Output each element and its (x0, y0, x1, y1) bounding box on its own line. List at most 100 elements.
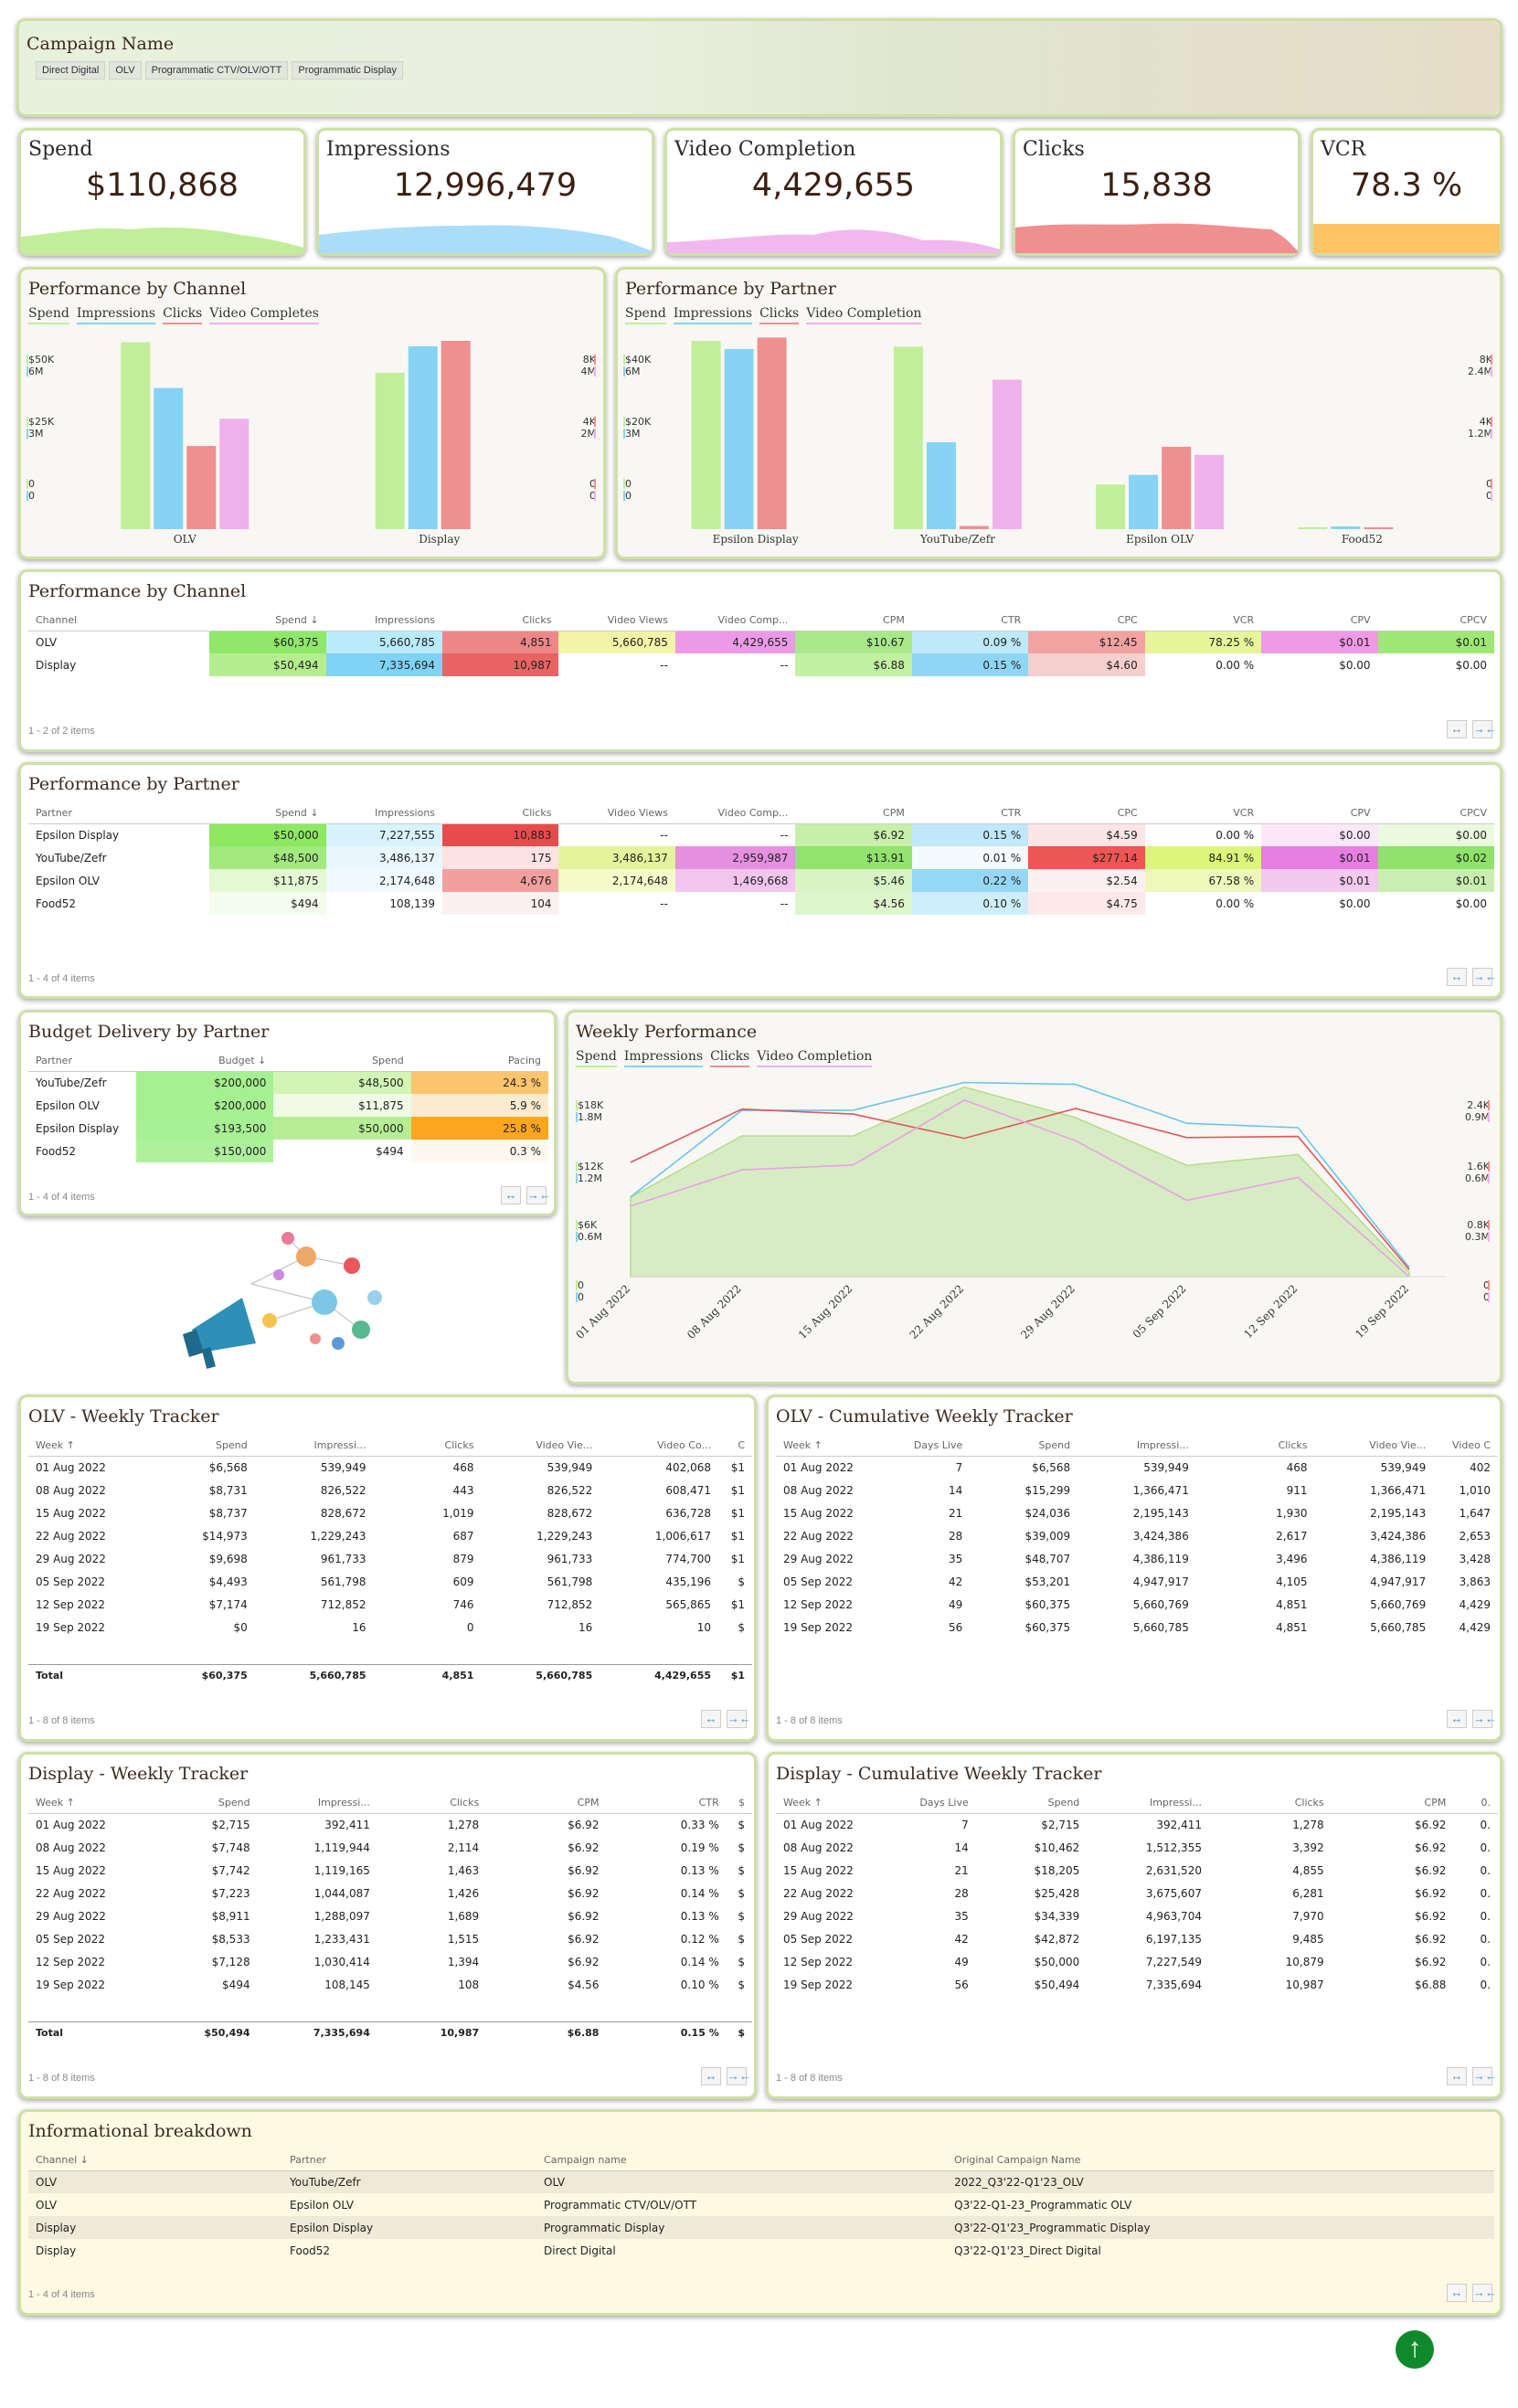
expand-icon[interactable]: ↔ (701, 2067, 721, 2085)
table-row[interactable]: 08 Aug 2022 $7,748 1,119,944 2,114 $6.92 0.19… (28, 1836, 752, 1859)
column-header[interactable]: Spend (146, 1436, 255, 1457)
column-header[interactable]: Days Live (886, 1793, 976, 1814)
table-row[interactable]: Display Epsilon Display Programmatic Displ… (28, 2216, 1494, 2239)
column-header[interactable]: Clicks (442, 610, 559, 631)
column-header[interactable]: Clicks (1195, 1436, 1315, 1457)
column-header[interactable]: Clicks (442, 803, 559, 824)
column-header[interactable]: Clicks (377, 1793, 487, 1814)
table-row[interactable]: 01 Aug 2022 7 $2,715 392,411 1,278 $6.92 0. (776, 1813, 1498, 1836)
table-row[interactable]: 19 Sep 2022 $0 16 0 16 10 $ (28, 1616, 752, 1639)
table-row[interactable]: Food52 $494 108,139 104 -- -- $4.56 0.10 % $4.75… (28, 892, 1494, 915)
campaign-tag[interactable]: Programmatic CTV/OLV/OTT (144, 61, 289, 80)
table-row[interactable]: OLV Epsilon OLV Programmatic CTV/OLV/OTT Q3… (28, 2193, 1494, 2216)
legend-impressions[interactable]: Impressions (673, 306, 753, 324)
column-header[interactable]: Week ↑ (28, 1436, 147, 1457)
column-header[interactable]: CPV (1261, 803, 1378, 824)
campaign-tag[interactable]: Direct Digital (36, 61, 106, 80)
column-header[interactable]: Channel (28, 610, 210, 631)
table-row[interactable]: 08 Aug 2022 14 $15,299 1,366,471 911 1,366,47… (776, 1479, 1498, 1501)
column-header[interactable]: Spend (970, 1436, 1078, 1457)
column-header[interactable]: Video Co... (600, 1436, 718, 1457)
expand-icon[interactable]: ↔ (1447, 1710, 1467, 1728)
table-row[interactable]: 05 Sep 2022 $4,493 561,798 609 561,798 435,19… (28, 1570, 752, 1593)
table-row[interactable]: 19 Sep 2022 56 $50,494 7,335,694 10,987 $6.88… (776, 1973, 1498, 1996)
column-header[interactable]: VCR (1144, 803, 1262, 824)
table-row[interactable]: 12 Sep 2022 $7,128 1,030,414 1,394 $6.92 0.14… (28, 1950, 752, 1973)
column-header[interactable]: Video Views (558, 610, 675, 631)
table-row[interactable]: OLV YouTube/Zefr OLV 2022_Q3'22-Q1'23_OLV (28, 2170, 1494, 2193)
column-header[interactable]: Partner (28, 1051, 137, 1072)
legend-spend[interactable]: Spend (28, 306, 69, 324)
legend-clicks[interactable]: Clicks (759, 306, 800, 324)
legend-video-completes[interactable]: Video Completes (209, 306, 319, 324)
column-header[interactable]: Original Campaign Name (947, 2150, 1494, 2171)
column-header[interactable]: CPM (795, 803, 912, 824)
table-row[interactable]: 15 Aug 2022 21 $24,036 2,195,143 1,930 2,195,… (776, 1501, 1498, 1524)
table-row[interactable]: Food52 $150,000 $494 0.3 % (28, 1140, 548, 1162)
legend-clicks[interactable]: Clicks (163, 306, 203, 324)
scroll-to-top-button[interactable]: ↑ (1396, 2330, 1434, 2369)
legend-impressions[interactable]: Impressions (623, 1049, 704, 1067)
collapse-icon[interactable]: →← (727, 1710, 751, 1728)
column-header[interactable]: Video Vie... (481, 1436, 600, 1457)
table-row[interactable]: 22 Aug 2022 28 $39,009 3,424,386 2,617 3,424,… (776, 1524, 1498, 1547)
column-header[interactable]: CPCV (1377, 803, 1494, 824)
table-row[interactable]: Epsilon Display $50,000 7,227,555 10,883 -- -… (28, 823, 1494, 846)
column-header[interactable]: Week ↑ (28, 1793, 149, 1814)
column-header[interactable]: CPM (486, 1793, 607, 1814)
column-header[interactable]: Clicks (373, 1436, 482, 1457)
column-header[interactable]: Impressi... (257, 1793, 377, 1814)
column-header[interactable]: Spend ↓ (209, 803, 326, 824)
column-header[interactable]: Partner (28, 803, 210, 824)
column-header[interactable]: Impressions (325, 803, 443, 824)
table-row[interactable]: 01 Aug 2022 7 $6,568 539,949 468 539,949 402 (776, 1456, 1498, 1479)
column-header[interactable]: CPM (795, 610, 912, 631)
column-header[interactable]: C (718, 1436, 752, 1457)
table-row[interactable]: 29 Aug 2022 $9,698 961,733 879 961,733 774,70… (28, 1547, 752, 1570)
table-row[interactable]: 22 Aug 2022 28 $25,428 3,675,607 6,281 $6.92 0… (776, 1882, 1498, 1904)
column-header[interactable]: Impressi... (254, 1436, 374, 1457)
table-row[interactable]: YouTube/Zefr $48,500 3,486,137 175 3,486,137… (28, 846, 1494, 869)
collapse-icon[interactable]: →← (1472, 2284, 1497, 2302)
table-row[interactable]: 22 Aug 2022 $7,223 1,044,087 1,426 $6.92 0.14… (28, 1882, 752, 1904)
table-row[interactable]: 05 Sep 2022 42 $42,872 6,197,135 9,485 $6.92 0… (776, 1927, 1498, 1950)
column-header[interactable]: Week ↑ (776, 1793, 887, 1814)
table-row[interactable]: 29 Aug 2022 35 $48,707 4,386,119 3,496 4,386,… (776, 1547, 1498, 1570)
legend-video-completion[interactable]: Video Completion (757, 1049, 873, 1067)
column-header[interactable]: Budget ↓ (136, 1051, 274, 1072)
column-header[interactable]: CPM (1331, 1793, 1454, 1814)
column-header[interactable]: $ (726, 1793, 752, 1814)
column-header[interactable]: Spend ↓ (209, 610, 326, 631)
legend-impressions[interactable]: Impressions (76, 306, 156, 324)
campaign-tag[interactable]: OLV (109, 61, 142, 80)
legend-spend[interactable]: Spend (625, 306, 666, 324)
column-header[interactable]: CPC (1028, 610, 1145, 631)
table-row[interactable]: 19 Sep 2022 $494 108,145 108 $4.56 0.10 % $ (28, 1973, 752, 1996)
table-row[interactable]: OLV $60,375 5,660,785 4,851 5,660,785 4,429,6… (28, 631, 1494, 653)
column-header[interactable]: Days Live (883, 1436, 971, 1457)
table-row[interactable]: YouTube/Zefr $200,000 $48,500 24.3 % (28, 1071, 548, 1094)
column-header[interactable]: CPV (1261, 610, 1378, 631)
campaign-tag[interactable]: Programmatic Display (292, 61, 403, 80)
column-header[interactable]: CTR (606, 1793, 727, 1814)
column-header[interactable]: Video C (1433, 1436, 1498, 1457)
collapse-icon[interactable]: →← (1472, 1710, 1497, 1728)
table-row[interactable]: 08 Aug 2022 $8,731 826,522 443 826,522 608,47… (28, 1479, 752, 1501)
column-header[interactable]: Spend (273, 1051, 411, 1072)
expand-icon[interactable]: ↔ (1447, 2284, 1467, 2302)
collapse-icon[interactable]: →← (1472, 720, 1497, 738)
expand-icon[interactable]: ↔ (1447, 968, 1467, 986)
column-header[interactable]: VCR (1144, 610, 1262, 631)
column-header[interactable]: Spend (148, 1793, 258, 1814)
column-header[interactable]: Pacing (410, 1051, 548, 1072)
column-header[interactable]: Impressi... (1087, 1793, 1209, 1814)
column-header[interactable]: CTR (911, 803, 1029, 824)
collapse-icon[interactable]: →← (526, 1186, 551, 1204)
column-header[interactable]: CTR (911, 610, 1029, 631)
table-row[interactable]: 29 Aug 2022 35 $34,339 4,963,704 7,970 $6.92 0… (776, 1904, 1498, 1927)
expand-icon[interactable]: ↔ (501, 1186, 521, 1204)
column-header[interactable]: CPCV (1377, 610, 1494, 631)
column-header[interactable]: Video Comp... (674, 803, 796, 824)
column-header[interactable]: Week ↑ (776, 1436, 884, 1457)
table-row[interactable]: 19 Sep 2022 56 $60,375 5,660,785 4,851 5,660,… (776, 1616, 1498, 1639)
